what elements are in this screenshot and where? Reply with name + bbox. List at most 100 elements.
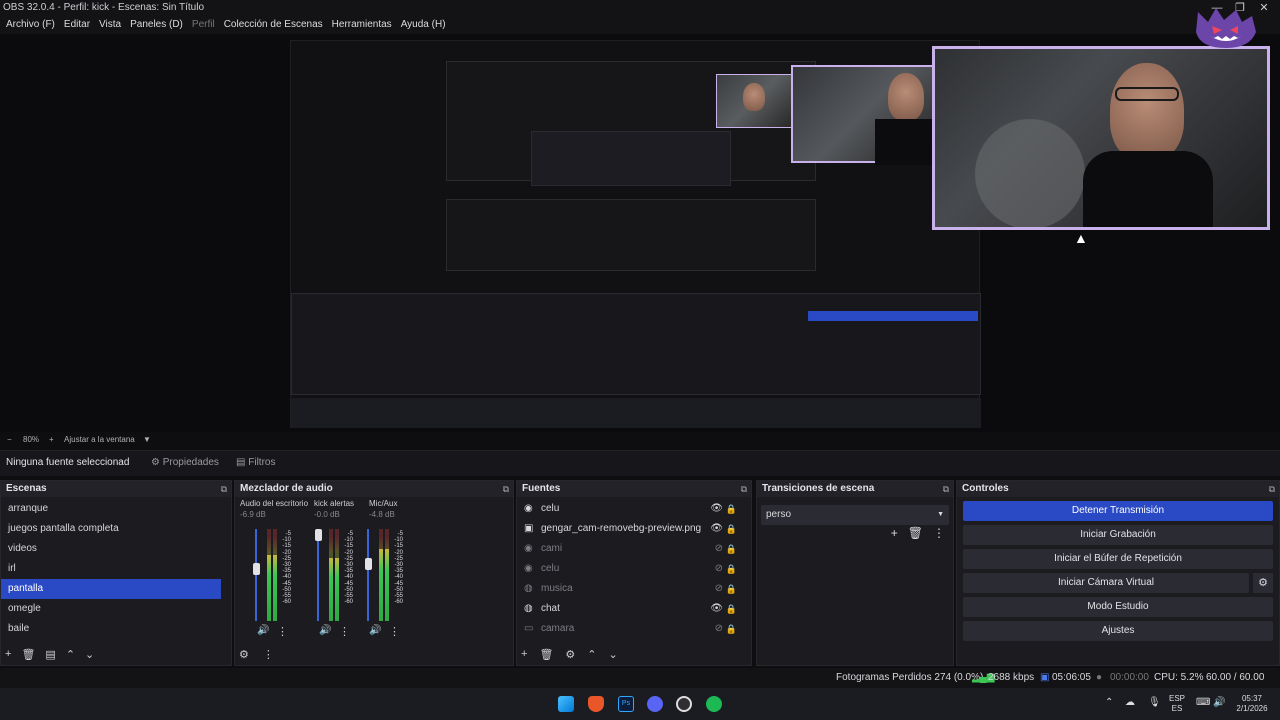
stop-stream-button[interactable]: Detener Transmisión — [963, 501, 1273, 521]
menu-paneles[interactable]: Paneles (D) — [130, 16, 183, 34]
fit-window-button[interactable]: Ajustar a la ventana — [64, 432, 135, 448]
eye-hidden-icon[interactable]: ⊘ — [715, 619, 723, 639]
menu-editar[interactable]: Editar — [64, 16, 90, 34]
zoom-in-button[interactable]: + — [49, 432, 54, 448]
brave-browser-icon[interactable] — [588, 696, 604, 712]
undock-icon[interactable]: ⧉ — [741, 481, 747, 497]
scene-item-juegos[interactable]: juegos pantalla completa — [1, 519, 231, 539]
mixer-settings-icon[interactable]: ⚙ — [239, 648, 249, 661]
lock-icon[interactable]: 🔒 — [726, 559, 737, 579]
eye-hidden-icon[interactable]: ⊘ — [715, 579, 723, 599]
lock-icon[interactable]: 🔒 — [726, 599, 737, 619]
eye-icon[interactable]: 👁 — [710, 599, 723, 619]
channel-db: -6.9 dB — [240, 510, 266, 519]
clock-time: 05:37 — [1241, 694, 1263, 703]
source-name: chat — [541, 603, 560, 614]
undock-icon[interactable]: ⧉ — [1269, 481, 1275, 497]
menu-archivo[interactable]: Archivo (F) — [6, 16, 55, 34]
start-virtual-camera-button[interactable]: Iniciar Cámara Virtual — [963, 573, 1249, 593]
cloud-icon[interactable]: ☁ — [1125, 698, 1135, 708]
studio-mode-button[interactable]: Modo Estudio — [963, 597, 1273, 617]
transitions-dock: Transiciones de escena ⧉ perso ▼ + 🗑 ⋮ — [756, 480, 954, 666]
menu-coleccion-escenas[interactable]: Colección de Escenas — [224, 16, 323, 34]
eye-hidden-icon[interactable]: ⊘ — [715, 559, 723, 579]
volume-fader-track[interactable] — [317, 529, 319, 621]
volume-fader-knob[interactable] — [365, 557, 372, 570]
move-up-icon[interactable]: ⌃ — [587, 648, 596, 661]
source-item[interactable]: ◉ celu 👁 🔒 — [517, 499, 751, 519]
scene-item-videos[interactable]: videos — [1, 539, 231, 559]
start-menu-icon[interactable] — [558, 696, 574, 712]
tray-chevron-icon[interactable]: ⌃ — [1105, 698, 1113, 708]
scene-item-irl[interactable]: irl — [1, 559, 231, 579]
source-item[interactable]: ◍ musica ⊘ 🔒 — [517, 579, 751, 599]
remove-transition-icon[interactable]: 🗑 — [908, 526, 923, 540]
add-source-icon[interactable]: + — [521, 648, 527, 661]
volume-fader-knob[interactable] — [315, 529, 322, 541]
channel-menu-icon[interactable]: ⋮ — [339, 625, 350, 638]
mixer-menu-icon[interactable]: ⋮ — [263, 648, 274, 661]
undock-icon[interactable]: ⧉ — [221, 481, 227, 497]
discord-icon[interactable] — [647, 696, 663, 712]
photoshop-icon[interactable]: Ps — [618, 696, 634, 712]
menu-vista[interactable]: Vista — [99, 16, 121, 34]
lock-icon[interactable]: 🔒 — [726, 499, 737, 519]
source-item[interactable]: ◉ cami ⊘ 🔒 — [517, 539, 751, 559]
add-transition-icon[interactable]: + — [891, 526, 898, 540]
source-item[interactable]: ▣ gengar_cam-removebg-preview.png 👁 🔒 — [517, 519, 751, 539]
clock[interactable]: 05:37 2/1/2026 — [1230, 694, 1274, 714]
undock-icon[interactable]: ⧉ — [943, 481, 949, 497]
channel-menu-icon[interactable]: ⋮ — [277, 625, 288, 638]
menu-perfil[interactable]: Perfil — [192, 16, 215, 34]
filters-button[interactable]: ▤ Filtros — [236, 457, 275, 468]
scene-item-baile[interactable]: baile — [1, 619, 231, 639]
zoom-dropdown-arrow-icon[interactable]: ▼ — [143, 432, 151, 448]
scene-item-pantalla[interactable]: pantalla — [1, 579, 221, 599]
obs-icon[interactable] — [676, 696, 692, 712]
lock-icon[interactable]: 🔒 — [726, 519, 737, 539]
eye-icon[interactable]: 👁 — [710, 519, 723, 539]
eye-icon[interactable]: 👁 — [710, 499, 723, 519]
virtual-camera-settings-icon[interactable]: ⚙ — [1253, 573, 1273, 593]
scene-filters-icon[interactable]: ▤ — [45, 648, 55, 661]
channel-menu-icon[interactable]: ⋮ — [389, 625, 400, 638]
network-icon[interactable]: ⌨ — [1196, 698, 1210, 708]
menu-ayuda[interactable]: Ayuda (H) — [401, 16, 446, 34]
volume-fader-track[interactable] — [367, 529, 369, 621]
speaker-icon[interactable]: 🔊 — [257, 625, 269, 636]
start-recording-button[interactable]: Iniciar Grabación — [963, 525, 1273, 545]
scene-item-arranque[interactable]: arranque — [1, 499, 231, 519]
preview-canvas[interactable]: ▲ — [0, 34, 1280, 432]
transition-menu-icon[interactable]: ⋮ — [933, 526, 945, 540]
language-indicator[interactable]: ESP ES — [1168, 694, 1186, 714]
remove-scene-icon[interactable]: 🗑 — [21, 648, 35, 661]
source-properties-icon[interactable]: ⚙ — [565, 648, 575, 661]
scene-item-omegle[interactable]: omegle — [1, 599, 231, 619]
lock-icon[interactable]: 🔒 — [726, 539, 737, 559]
add-scene-icon[interactable]: + — [5, 648, 11, 661]
speaker-icon[interactable]: 🔊 — [319, 625, 331, 636]
source-item[interactable]: ◍ chat 👁 🔒 — [517, 599, 751, 619]
volume-fader-knob[interactable] — [253, 563, 260, 576]
move-up-icon[interactable]: ⌃ — [66, 648, 75, 661]
settings-button[interactable]: Ajustes — [963, 621, 1273, 641]
lock-icon[interactable]: 🔒 — [726, 579, 737, 599]
transition-select[interactable]: perso ▼ — [761, 505, 949, 525]
zoom-out-button[interactable]: − — [7, 432, 12, 448]
speaker-icon[interactable]: 🔊 — [369, 625, 381, 636]
source-item[interactable]: ▭ camara ⊘ 🔒 — [517, 619, 751, 639]
eye-hidden-icon[interactable]: ⊘ — [715, 539, 723, 559]
lock-icon[interactable]: 🔒 — [726, 619, 737, 639]
menu-herramientas[interactable]: Herramientas — [332, 16, 392, 34]
source-item[interactable]: ◉ celu ⊘ 🔒 — [517, 559, 751, 579]
language-code: ESP — [1168, 694, 1185, 703]
start-replay-buffer-button[interactable]: Iniciar el Búfer de Repetición — [963, 549, 1273, 569]
spotify-icon[interactable] — [706, 696, 722, 712]
properties-button[interactable]: ⚙ Propiedades — [151, 457, 219, 468]
remove-source-icon[interactable]: 🗑 — [539, 648, 553, 661]
move-down-icon[interactable]: ⌄ — [85, 648, 94, 661]
move-down-icon[interactable]: ⌄ — [609, 648, 618, 661]
microphone-icon[interactable]: 🎙 — [1148, 698, 1161, 708]
undock-icon[interactable]: ⧉ — [503, 481, 509, 497]
volume-icon[interactable]: 🔊 — [1213, 698, 1225, 708]
